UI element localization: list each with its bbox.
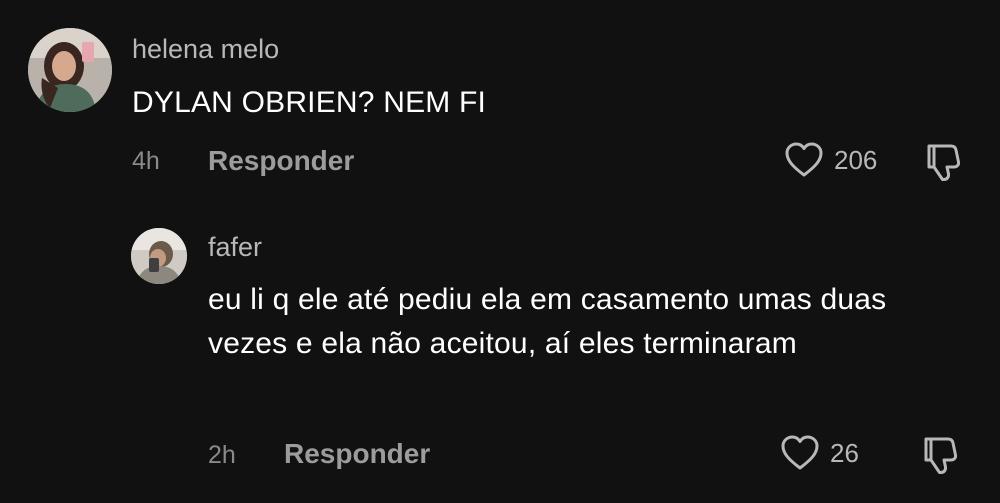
reply-comment-item: fafer eu li q ele até pediu ela em casam… (0, 200, 1000, 503)
like-button[interactable]: 206 (784, 141, 877, 179)
comment-username[interactable]: helena melo (132, 34, 279, 65)
comment-item: helena melo DYLAN OBRIEN? NEM FI 4h Resp… (0, 0, 1000, 200)
like-count: 26 (830, 437, 859, 468)
dislike-button[interactable] (917, 433, 961, 477)
comment-username[interactable]: fafer (208, 232, 262, 263)
avatar[interactable] (28, 28, 112, 112)
reply-button[interactable]: Responder (208, 145, 354, 177)
like-button[interactable]: 26 (780, 434, 859, 472)
like-count: 206 (834, 144, 878, 175)
user-avatar-icon (28, 28, 112, 112)
user-avatar-icon (131, 228, 187, 284)
comment-timestamp: 4h (132, 147, 160, 175)
avatar[interactable] (131, 228, 187, 284)
heart-icon (785, 142, 823, 177)
comment-timestamp: 2h (208, 441, 236, 469)
heart-icon (781, 435, 819, 470)
thumbs-down-icon (927, 144, 961, 181)
comment-text: eu li q ele até pediu ela em casamento u… (208, 283, 887, 360)
thumbs-down-icon (924, 437, 958, 474)
comment-text: DYLAN OBRIEN? NEM FI (132, 86, 487, 119)
reply-button[interactable]: Responder (284, 438, 430, 470)
dislike-button[interactable] (920, 140, 964, 184)
